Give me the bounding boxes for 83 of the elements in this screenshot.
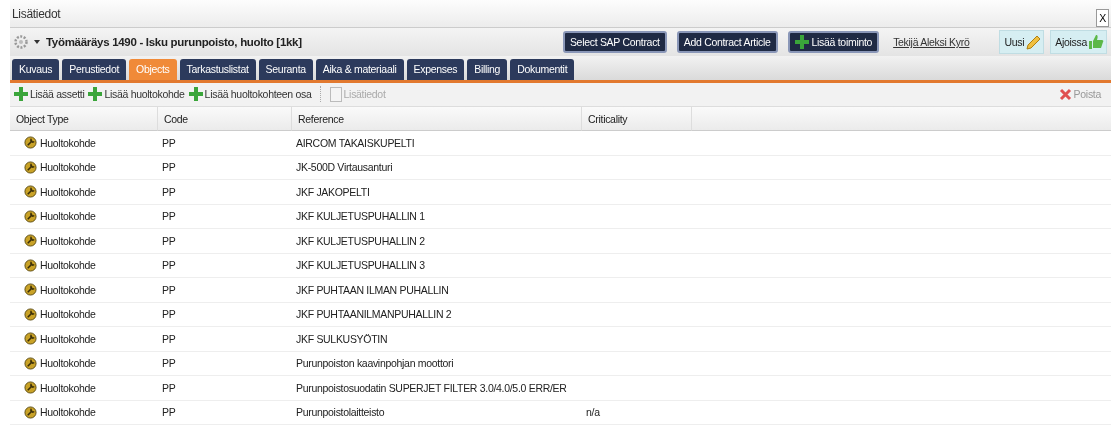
table-cell: Huoltokohde	[10, 376, 158, 401]
table-cell: PP	[158, 278, 292, 303]
wrench-icon	[24, 405, 37, 419]
tab[interactable]: Aika & materiaali	[315, 58, 404, 80]
window-title: Lisätiedot	[12, 6, 61, 21]
tab[interactable]: Dokumentit	[510, 58, 575, 80]
wrench-icon	[24, 234, 37, 248]
table-cell: Purunpoistolaitteisto	[292, 400, 582, 425]
caret-icon[interactable]	[34, 39, 40, 44]
gear-icon	[14, 34, 28, 49]
table-cell: Huoltokohde	[10, 302, 158, 327]
wrench-icon	[24, 209, 37, 223]
table-cell: AIRCOM TAKAISKUPELTI	[292, 131, 582, 156]
table-cell: PP	[158, 327, 292, 352]
table-cell: PP	[158, 204, 292, 229]
tab[interactable]: Tarkastuslistat	[179, 58, 256, 80]
tab[interactable]: Kuvaus	[12, 58, 60, 80]
table-cell: JKF JAKOPELTI	[292, 180, 582, 205]
delete-icon	[1058, 87, 1072, 101]
table-cell: JKF PUHTAAN ILMAN PUHALLIN	[292, 278, 582, 303]
add-action-button[interactable]: Lisää toiminto	[787, 30, 880, 53]
wrench-icon	[24, 258, 37, 272]
tab[interactable]: Billing	[467, 58, 508, 80]
table-cell: JKF KULJETUSPUHALLIN 2	[292, 229, 582, 254]
author-link[interactable]: Tekijä Aleksi Kyrö	[893, 35, 970, 48]
table-cell: PP	[158, 400, 292, 425]
table-cell: JKF KULJETUSPUHALLIN 1	[292, 204, 582, 229]
column-header[interactable]: Code	[158, 107, 292, 131]
plus-icon	[188, 87, 203, 102]
column-header[interactable]: Reference	[292, 107, 582, 131]
wrench-icon	[24, 160, 37, 174]
contract-button[interactable]: Select SAP Contract	[562, 30, 667, 53]
status-badge: Uusi	[999, 29, 1045, 54]
wrench-icon	[24, 185, 37, 199]
tab[interactable]: Seuranta	[258, 58, 313, 80]
table-cell: Huoltokohde	[10, 204, 158, 229]
table-cell: Huoltokohde	[10, 131, 158, 156]
table-cell: Huoltokohde	[10, 400, 158, 425]
table-cell: JK-500D Virtausanturi	[292, 155, 582, 180]
table-cell: Huoltokohde	[10, 253, 158, 278]
table-cell: Purunpoiston kaavinpohjan moottori	[292, 351, 582, 376]
table-cell: Purunpoistosuodatin SUPERJET FILTER 3.0/4.0/5.0 ERR/ER	[292, 376, 582, 401]
table-cell: Huoltokohde	[10, 327, 158, 352]
wrench-icon	[24, 307, 37, 321]
table-cell: Huoltokohde	[10, 278, 158, 303]
table-cell: Huoltokohde	[10, 229, 158, 254]
wrench-icon	[24, 332, 37, 346]
wrench-icon	[24, 356, 37, 370]
tab[interactable]: Expenses	[406, 58, 465, 80]
table-cell: PP	[158, 376, 292, 401]
table-cell: PP	[158, 229, 292, 254]
column-header[interactable]: Criticality	[582, 107, 692, 131]
pencil-icon	[1025, 33, 1042, 50]
table-cell: PP	[158, 351, 292, 376]
table-cell: PP	[158, 253, 292, 278]
table-cell: Huoltokohde	[10, 180, 158, 205]
wrench-icon	[24, 381, 37, 395]
thumbs-up-icon	[1088, 33, 1104, 50]
plus-icon	[88, 87, 103, 102]
wrench-icon	[24, 136, 37, 150]
status-badge: Ajoissa	[1050, 29, 1107, 54]
table-cell: PP	[158, 180, 292, 205]
work-order-title: Työmääräys 1490 - Isku purunpoisto, huolto [1kk]	[46, 35, 303, 48]
close-button[interactable]: X	[1096, 8, 1109, 27]
toolbar-action[interactable]: Lisää huoltokohde	[88, 87, 185, 102]
wrench-icon	[24, 283, 37, 297]
table-cell: JKF SULKUSYÖTIN	[292, 327, 582, 352]
toolbar-action[interactable]: Lisää assetti	[14, 87, 85, 102]
tab[interactable]: Perustiedot	[62, 58, 127, 80]
document-icon	[329, 86, 342, 102]
toolbar-action[interactable]: Lisää huoltokohteen osa	[188, 87, 312, 102]
plus-icon	[14, 87, 28, 102]
table-cell: n/a	[582, 400, 692, 425]
column-header[interactable]: Object Type	[10, 107, 158, 131]
table-cell: Huoltokohde	[10, 351, 158, 376]
table-cell: PP	[158, 302, 292, 327]
contract-button[interactable]: Add Contract Article	[676, 30, 778, 53]
table-cell: PP	[158, 155, 292, 180]
plus-icon	[794, 34, 809, 49]
table-cell: PP	[158, 131, 292, 156]
table-cell: JKF KULJETUSPUHALLIN 3	[292, 253, 582, 278]
table-cell: JKF PUHTAANILMANPUHALLIN 2	[292, 302, 582, 327]
table-cell: Huoltokohde	[10, 155, 158, 180]
